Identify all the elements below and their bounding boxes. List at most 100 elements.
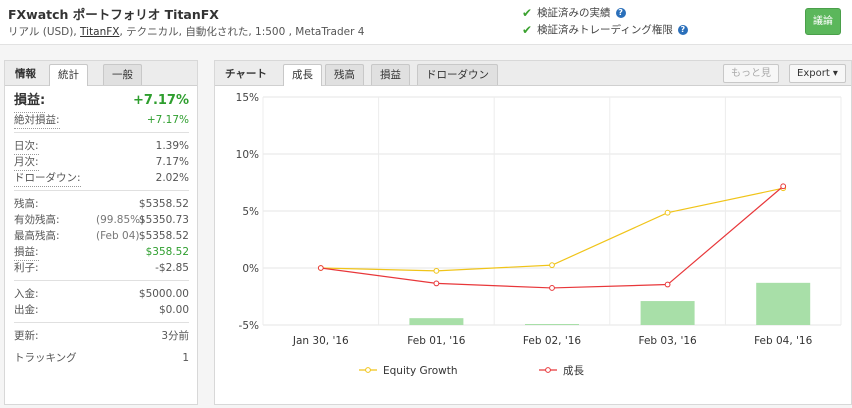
balance-value: $5358.52 — [138, 198, 189, 210]
highest-value: $5358.52 — [138, 230, 189, 242]
highest-row: 最高残高: (Feb 04) $5358.52 — [14, 228, 189, 244]
balance-row: 残高: $5358.52 — [14, 196, 189, 212]
x-tick-label: Feb 02, '16 — [523, 335, 582, 347]
account-subtitle: リアル (USD), TitanFX, テクニカル, 自動化された, 1:500… — [8, 24, 364, 39]
y-tick-label: 15% — [236, 92, 259, 104]
tab-chart: チャート — [225, 68, 267, 80]
check-icon: ✔ — [522, 5, 533, 20]
verified-trading-privileges: ✔ 検証済みトレーディング権限 ? — [522, 22, 688, 37]
withdrawals-value: $0.00 — [158, 304, 189, 316]
data-point — [549, 262, 555, 269]
stats-tabs: 情報 統計 一般 — [5, 61, 197, 86]
interest-value: -$2.85 — [155, 262, 189, 274]
equity-row: 有効残高: (99.85%) $5350.73 — [14, 212, 189, 228]
export-label: Export — [797, 68, 830, 79]
help-icon[interactable]: ? — [677, 24, 688, 35]
y-tick-label: -5% — [239, 320, 259, 332]
legend-marker — [545, 367, 551, 373]
data-point — [664, 209, 671, 216]
interest-label: 利子: — [14, 262, 39, 274]
x-tick-label: Jan 30, '16 — [292, 335, 349, 347]
tab-growth[interactable]: 成長 — [283, 64, 322, 86]
legend-marker — [365, 367, 371, 373]
tab-general[interactable]: 一般 — [103, 64, 142, 85]
discuss-button[interactable]: 議論 — [805, 8, 841, 35]
tracking-row: トラッキング 1 — [14, 350, 189, 366]
bar — [640, 301, 695, 325]
verified-track-record-label: 検証済みの実績 — [537, 7, 611, 19]
profit-label: 損益: — [14, 244, 39, 261]
y-tick-label: 10% — [236, 149, 259, 161]
abs-gain-label: 絶対損益: — [14, 112, 60, 129]
highest-label: 最高残高: — [14, 230, 60, 242]
drawdown-label: ドローダウン: — [14, 170, 81, 187]
x-tick-label: Feb 01, '16 — [407, 335, 466, 347]
updated-label: 更新: — [14, 330, 39, 342]
data-point — [549, 285, 555, 291]
equity-label: 有効残高: — [14, 214, 60, 226]
data-point — [433, 280, 440, 287]
daily-row: 日次: 1.39% — [14, 138, 189, 155]
abs-gain-row: 絶対損益: +7.17% — [14, 112, 189, 129]
data-point — [433, 267, 440, 274]
help-icon[interactable]: ? — [615, 7, 626, 18]
monthly-row: 月次: 7.17% — [14, 154, 189, 171]
gain-row: 損益: +7.17% — [14, 90, 189, 113]
series-line — [320, 187, 784, 272]
stats-panel: 情報 統計 一般 損益: +7.17% 絶対損益: +7.17% 日次: 1.3… — [4, 60, 198, 405]
bar — [525, 324, 579, 325]
more-button[interactable]: もっと見 — [723, 64, 779, 83]
export-dropdown[interactable]: Export ▾ — [789, 64, 846, 83]
drawdown-row: ドローダウン: 2.02% — [14, 170, 189, 187]
data-point — [317, 265, 324, 271]
highest-note: (Feb 04) — [96, 230, 140, 242]
bar — [409, 318, 464, 325]
equity-note: (99.85%) — [96, 214, 145, 226]
withdrawals-label: 出金: — [14, 304, 39, 316]
tracking-label: トラッキング — [14, 352, 77, 364]
abs-gain-value: +7.17% — [146, 114, 189, 126]
broker-link[interactable]: TitanFX — [80, 26, 119, 38]
monthly-value: 7.17% — [155, 156, 189, 168]
deposits-value: $5000.00 — [138, 288, 189, 300]
gain-value: +7.17% — [133, 93, 189, 108]
verified-track-record: ✔ 検証済みの実績 ? — [522, 5, 626, 20]
growth-chart: 15% 10% 5% 0% -5% Jan 30, '16 Feb 01, '16 Feb 0… — [236, 92, 842, 377]
x-tick-label: Feb 04, '16 — [754, 335, 813, 347]
tab-stats[interactable]: 統計 — [49, 64, 88, 86]
y-tick-label: 5% — [242, 206, 259, 218]
tab-balance[interactable]: 残高 — [325, 64, 364, 85]
tab-profit[interactable]: 損益 — [371, 64, 410, 85]
chart-tabs: チャート 成長 残高 損益 ドローダウン もっと見 Export ▾ — [215, 61, 851, 86]
account-header: FXwatch ポートフォリオ TitanFX リアル (USD), Titan… — [0, 0, 852, 45]
updated-row: 更新: 3分前 — [14, 328, 189, 344]
balance-label: 残高: — [14, 198, 39, 210]
profit-value: $358.52 — [145, 246, 189, 258]
data-point — [780, 183, 787, 190]
bar — [756, 282, 811, 325]
check-icon: ✔ — [522, 22, 533, 37]
withdrawals-row: 出金: $0.00 — [14, 302, 189, 318]
tracking-value: 1 — [182, 352, 189, 364]
gain-label: 損益: — [14, 90, 46, 113]
daily-value: 1.39% — [155, 140, 189, 152]
tab-info: 情報 — [15, 68, 36, 80]
account-details: , テクニカル, 自動化された, 1:500 , MetaTrader 4 — [119, 26, 365, 38]
equity-value: $5350.73 — [138, 214, 189, 226]
daily-label: 日次: — [14, 138, 39, 155]
interest-row: 利子: -$2.85 — [14, 260, 189, 276]
monthly-label: 月次: — [14, 154, 39, 171]
legend-label: Equity Growth — [383, 365, 458, 377]
x-tick-label: Feb 03, '16 — [638, 335, 697, 347]
series-line — [320, 185, 784, 289]
deposits-label: 入金: — [14, 288, 39, 300]
account-type: リアル (USD), — [8, 26, 77, 38]
verified-trading-privileges-label: 検証済みトレーディング権限 — [537, 24, 673, 36]
y-tick-label: 0% — [242, 263, 259, 275]
chevron-down-icon: ▾ — [832, 68, 838, 79]
account-title: FXwatch ポートフォリオ TitanFX — [8, 7, 219, 22]
tab-drawdown[interactable]: ドローダウン — [417, 64, 498, 85]
chart-panel: チャート 成長 残高 損益 ドローダウン もっと見 Export ▾ 15% 10… — [214, 60, 852, 405]
legend-label: 成長 — [563, 365, 584, 377]
drawdown-value: 2.02% — [155, 172, 189, 184]
